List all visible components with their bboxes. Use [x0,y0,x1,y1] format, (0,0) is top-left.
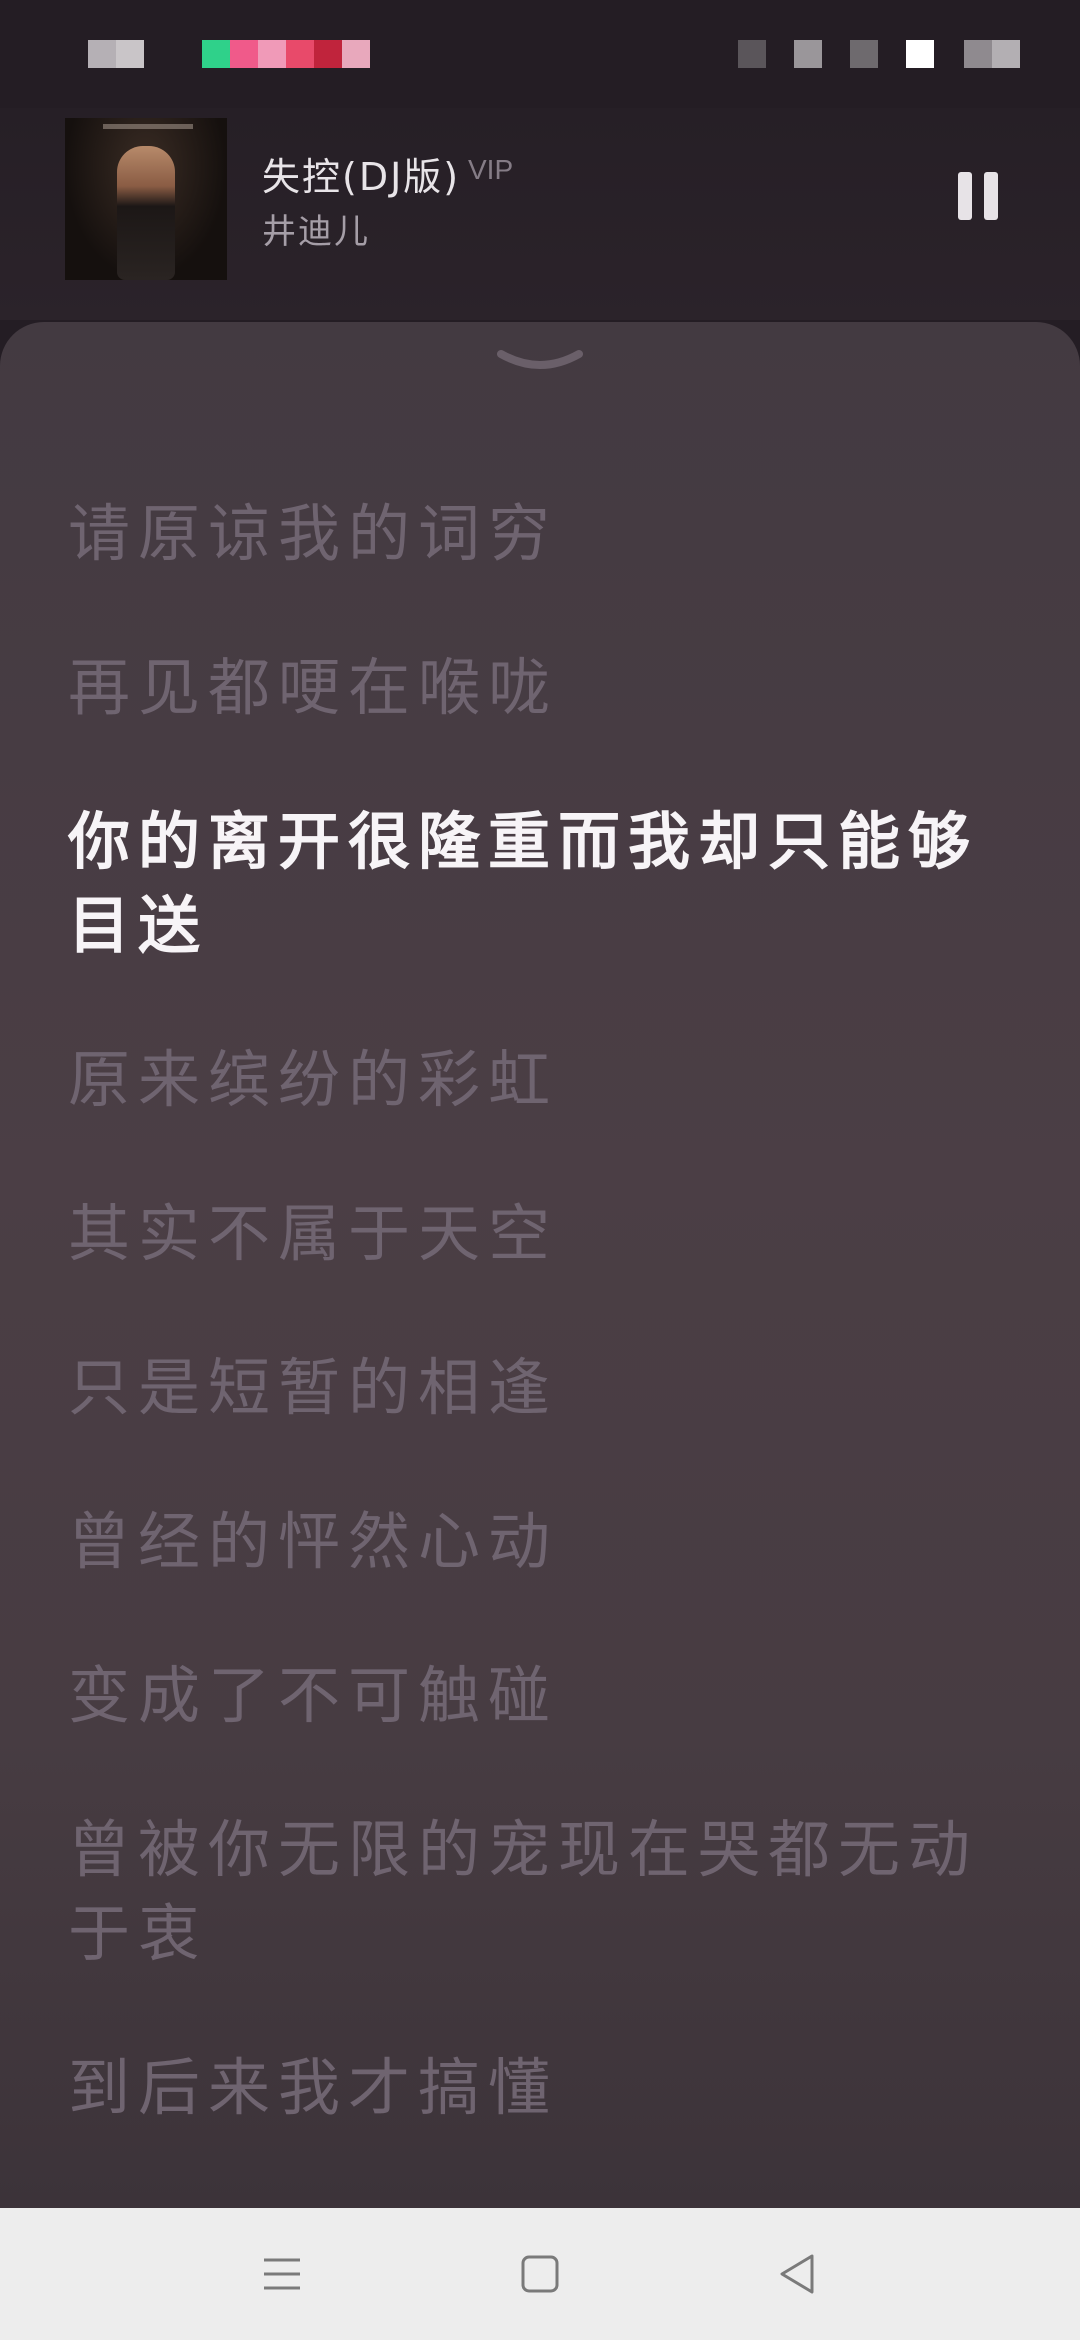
chevron-down-icon[interactable] [497,346,583,376]
system-nav-bar [0,2208,1080,2340]
lyric-line[interactable]: 曾被你无限的宠现在哭都无动于衷 [68,1808,1008,1976]
status-icon [342,40,370,68]
battery-icon [992,40,1020,68]
status-icon [850,40,878,68]
home-icon[interactable] [510,2244,570,2304]
lyric-line[interactable]: 请原谅我的词穷 [68,492,1008,576]
lyric-line-current[interactable]: 你的离开很隆重而我却只能够目送 [68,800,1008,968]
status-icon [906,40,934,68]
lyric-line[interactable]: 原来缤纷的彩虹 [68,1038,1008,1122]
battery-icon [964,40,992,68]
status-icon [286,40,314,68]
album-cover-text [103,124,193,129]
status-icon [230,40,258,68]
lyrics-list[interactable]: 请原谅我的词穷 再见都哽在喉咙你的离开很隆重而我却只能够目送原来缤纷的彩虹 其实不属… [68,492,1008,2200]
lyric-line[interactable]: 变成了不可触碰 [68,1654,1008,1738]
menu-icon[interactable] [252,2244,312,2304]
song-title[interactable]: 失控(DJ版) [262,146,460,201]
lyric-line[interactable]: 到后来我才搞懂 [68,2046,1008,2130]
status-icon [258,40,286,68]
status-icon [202,40,230,68]
status-bar [0,0,1080,108]
lyric-line[interactable]: 曾经的怦然心动 [68,1500,1008,1584]
now-playing-bar: 失控(DJ版) VIP 井迪儿 [0,108,1080,320]
album-cover-figure [117,146,175,280]
album-art[interactable] [65,118,227,280]
lyrics-panel[interactable]: 请原谅我的词穷 再见都哽在喉咙你的离开很隆重而我却只能够目送原来缤纷的彩虹 其实不属… [0,322,1080,2208]
status-icon [116,40,144,68]
status-icon [88,40,116,68]
pause-icon [958,172,972,220]
lyric-line[interactable]: 其实不属于天空 [68,1192,1008,1276]
wifi-icon [794,40,822,68]
lyric-line[interactable]: 再见都哽在喉咙 [68,646,1008,730]
status-icon [314,40,342,68]
back-icon[interactable] [768,2244,828,2304]
vip-badge: VIP [468,154,514,185]
artist-name[interactable]: 井迪儿 [262,204,370,253]
pause-icon [984,172,998,220]
signal-icon [738,40,766,68]
lyric-line[interactable]: 只是短暂的相逢 [68,1346,1008,1430]
pause-button[interactable] [950,166,1006,226]
